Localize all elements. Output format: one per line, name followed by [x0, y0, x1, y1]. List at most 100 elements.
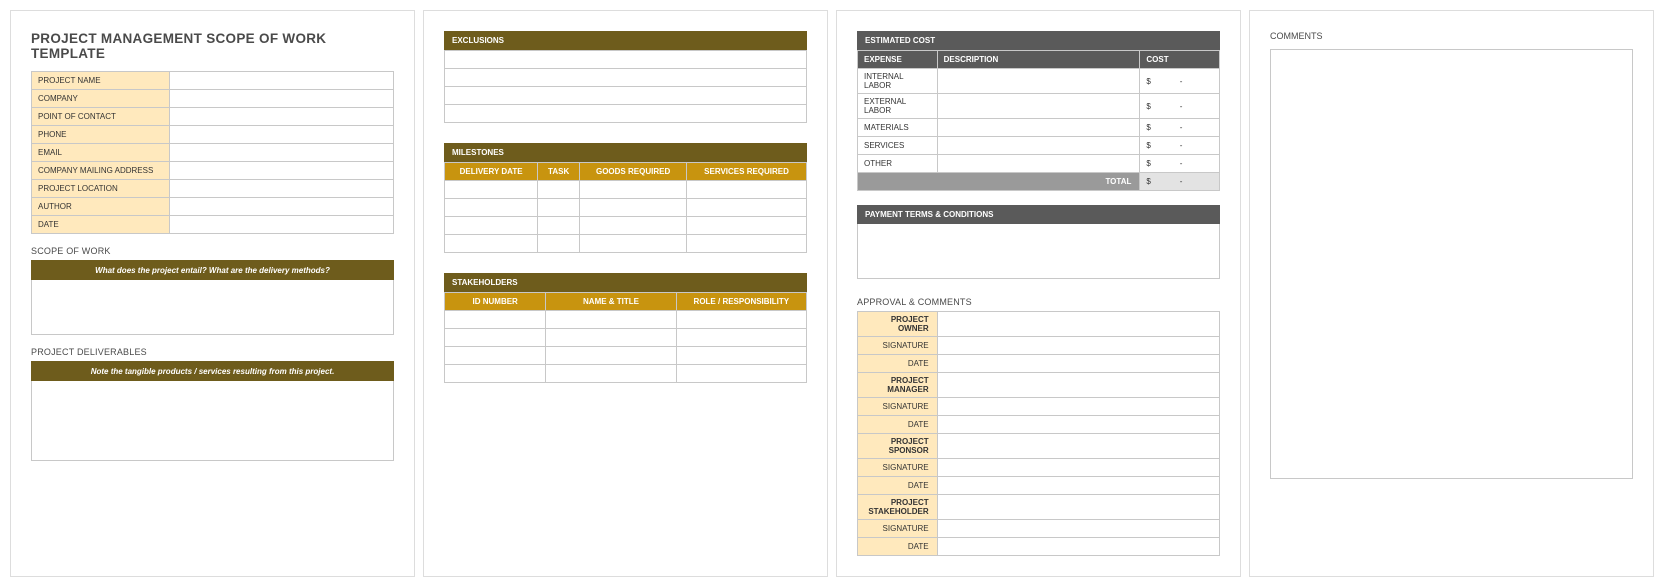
deliverables-hint: Note the tangible products / services re…: [31, 361, 394, 381]
exclusions-header: EXCLUSIONS: [444, 31, 807, 50]
cell[interactable]: [937, 459, 1219, 477]
appr-label: DATE: [858, 477, 938, 495]
cell[interactable]: [937, 477, 1219, 495]
cell[interactable]: [937, 520, 1219, 538]
cell[interactable]: [445, 51, 807, 69]
stakeholders-col-id: ID NUMBER: [445, 293, 546, 311]
info-label: PROJECT LOCATION: [32, 180, 170, 198]
cell[interactable]: [676, 347, 806, 365]
cell[interactable]: [937, 416, 1219, 434]
cell[interactable]: [445, 235, 538, 253]
stakeholders-header: STAKEHOLDERS: [444, 273, 807, 292]
cell[interactable]: [445, 311, 546, 329]
cost-col-expense: EXPENSE: [858, 51, 938, 69]
cost-col-description: DESCRIPTION: [937, 51, 1140, 69]
cell[interactable]: [937, 337, 1219, 355]
cell[interactable]: [937, 434, 1219, 459]
cell[interactable]: [580, 181, 687, 199]
payment-text-area[interactable]: [857, 224, 1220, 279]
milestones-table: DELIVERY DATE TASK GOODS REQUIRED SERVIC…: [444, 162, 807, 253]
cell[interactable]: [687, 217, 807, 235]
cell[interactable]: [580, 199, 687, 217]
cell[interactable]: [687, 235, 807, 253]
cell[interactable]: [546, 311, 676, 329]
appr-label: PROJECT OWNER: [858, 312, 938, 337]
milestones-col-services: SERVICES REQUIRED: [687, 163, 807, 181]
info-label: DATE: [32, 216, 170, 234]
milestones-col-goods: GOODS REQUIRED: [580, 163, 687, 181]
info-value[interactable]: [169, 108, 393, 126]
info-label: COMPANY: [32, 90, 170, 108]
cell[interactable]: [580, 235, 687, 253]
cell[interactable]: [445, 329, 546, 347]
page-title: PROJECT MANAGEMENT SCOPE OF WORK TEMPLAT…: [31, 31, 394, 61]
cell[interactable]: [937, 155, 1140, 173]
info-value[interactable]: [169, 144, 393, 162]
cell[interactable]: [538, 181, 580, 199]
section-deliverables-header: PROJECT DELIVERABLES: [31, 347, 394, 357]
cell[interactable]: [445, 87, 807, 105]
cell[interactable]: [937, 538, 1219, 556]
cell[interactable]: [445, 217, 538, 235]
scope-text-area[interactable]: [31, 280, 394, 335]
info-value[interactable]: [169, 216, 393, 234]
cost-row-label: SERVICES: [858, 137, 938, 155]
cell[interactable]: [445, 69, 807, 87]
cell[interactable]: [445, 199, 538, 217]
appr-label: DATE: [858, 538, 938, 556]
info-value[interactable]: [169, 198, 393, 216]
scope-hint: What does the project entail? What are t…: [31, 260, 394, 280]
cell[interactable]: [937, 69, 1140, 94]
cost-table: EXPENSE DESCRIPTION COST INTERNAL LABOR$…: [857, 50, 1220, 191]
cell[interactable]: [538, 235, 580, 253]
appr-label: DATE: [858, 416, 938, 434]
info-label: EMAIL: [32, 144, 170, 162]
info-value[interactable]: [169, 90, 393, 108]
cell[interactable]: [546, 347, 676, 365]
cell[interactable]: [445, 347, 546, 365]
info-value[interactable]: [169, 162, 393, 180]
deliverables-text-area[interactable]: [31, 381, 394, 461]
cell[interactable]: [546, 365, 676, 383]
cell[interactable]: [445, 365, 546, 383]
info-value[interactable]: [169, 72, 393, 90]
cell[interactable]: [580, 217, 687, 235]
cost-value[interactable]: $ -: [1140, 137, 1220, 155]
cell[interactable]: [937, 355, 1219, 373]
cell[interactable]: [937, 137, 1140, 155]
milestones-header: MILESTONES: [444, 143, 807, 162]
info-value[interactable]: [169, 180, 393, 198]
cell[interactable]: [445, 181, 538, 199]
cell[interactable]: [937, 495, 1219, 520]
cell[interactable]: [538, 199, 580, 217]
info-label: PROJECT NAME: [32, 72, 170, 90]
cell[interactable]: [676, 311, 806, 329]
cost-value[interactable]: $ -: [1140, 94, 1220, 119]
appr-label: PROJECT STAKEHOLDER: [858, 495, 938, 520]
cell[interactable]: [937, 373, 1219, 398]
page-3: ESTIMATED COST EXPENSE DESCRIPTION COST …: [836, 10, 1241, 577]
cell[interactable]: [687, 199, 807, 217]
cost-total-value: $ -: [1140, 173, 1220, 191]
cell[interactable]: [546, 329, 676, 347]
appr-label: PROJECT SPONSOR: [858, 434, 938, 459]
comments-box[interactable]: [1270, 49, 1633, 479]
cell[interactable]: [937, 312, 1219, 337]
cell[interactable]: [538, 217, 580, 235]
cell[interactable]: [676, 365, 806, 383]
cell[interactable]: [937, 94, 1140, 119]
cell[interactable]: [687, 181, 807, 199]
stakeholders-table: ID NUMBER NAME & TITLE ROLE / RESPONSIBI…: [444, 292, 807, 383]
cell[interactable]: [676, 329, 806, 347]
page-2: EXCLUSIONS MILESTONES DELIVERY DATE TASK…: [423, 10, 828, 577]
cost-value[interactable]: $ -: [1140, 119, 1220, 137]
cost-value[interactable]: $ -: [1140, 155, 1220, 173]
cost-value[interactable]: $ -: [1140, 69, 1220, 94]
cell[interactable]: [937, 119, 1140, 137]
info-label: POINT OF CONTACT: [32, 108, 170, 126]
info-value[interactable]: [169, 126, 393, 144]
cell[interactable]: [937, 398, 1219, 416]
cell[interactable]: [445, 105, 807, 123]
milestones-col-task: TASK: [538, 163, 580, 181]
appr-label: SIGNATURE: [858, 459, 938, 477]
